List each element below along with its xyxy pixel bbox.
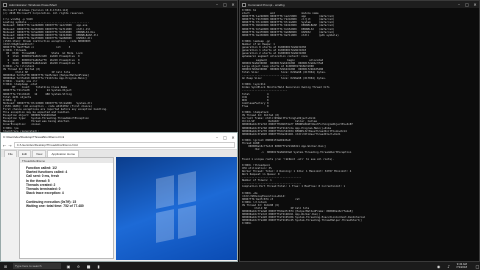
menu-tab[interactable]: Edit [17,150,32,157]
menu-tab[interactable]: File [4,150,17,157]
close-icon[interactable]: ✕ [229,1,237,8]
browser-titlebar[interactable]: C:\Users\dev\Desktop\ThreadAbortDemo.htm… [1,133,237,141]
taskbar-clock[interactable]: 9:43 AM 7/3/2018 [456,263,470,269]
right-console-title: Command Prompt - windbg [248,2,285,7]
address-bar: ← → C:/Users/dev/Desktop/ThreadAbortDemo… [1,141,237,150]
address-input[interactable]: C:/Users/dev/Desktop/ThreadAbortDemo.htm… [13,142,235,148]
left-console-window[interactable]: Administrator: Windows PowerShell – □ ✕ … [0,0,238,135]
left-console-title: Administrator: Windows PowerShell [9,2,57,7]
document-line: Waiting one: total time: 752 of 77.480 [26,203,84,208]
desktop-wallpaper [116,157,237,260]
left-console-titlebar[interactable]: Administrator: Windows PowerShell – □ ✕ [1,1,237,8]
console-app-icon [3,2,7,7]
menu-tab[interactable]: View [32,150,47,157]
start-windows-icon[interactable]: ⊞ [3,264,8,269]
left-console-output[interactable]: Microsoft Windows [Version 10.0.17134.11… [1,8,237,134]
forward-arrow-icon[interactable]: → [8,143,11,148]
maximize-icon[interactable]: □ [221,1,229,8]
maximize-icon[interactable]: □ [221,133,229,141]
minimize-icon[interactable]: – [213,1,221,8]
right-console-window[interactable]: Command Prompt - windbg – □ ✕ 0:000> lm s… [239,0,480,262]
minimize-icon[interactable]: – [455,1,463,8]
folder-taskbar-icon[interactable]: ■ [86,264,91,269]
back-arrow-icon[interactable]: ← [3,143,6,148]
console-taskbar-icon[interactable]: ▮ [96,264,101,269]
browser-title: C:\Users\dev\Desktop\ThreadAbortDemo.htm… [3,135,65,139]
volume-icon[interactable]: ♪ [446,264,451,269]
console-line: 0:006> [242,222,253,226]
close-icon[interactable]: ✕ [471,1,479,8]
console-app-icon [242,2,246,7]
task-view-icon[interactable]: ▣ [66,264,71,269]
taskbar-search-input[interactable]: Type here to search [13,263,61,269]
close-icon[interactable]: ✕ [229,133,237,141]
document-text: Function called: 1/2 Started functions ca… [20,163,113,211]
right-console-titlebar[interactable]: Command Prompt - windbg – □ ✕ [240,1,479,8]
menu-tabs: File Edit View Application Home [1,150,237,157]
document-pane: ThreadAbortDemo Function called: 1/2 Star… [19,157,114,259]
notification-icon[interactable]: □ [475,264,480,269]
right-console-output[interactable]: 0:000> lm start end module name 00007ff6`1… [240,8,479,227]
browser-window[interactable]: C:\Users\dev\Desktop\ThreadAbortDemo.htm… [0,132,238,262]
maximize-icon[interactable]: □ [463,1,471,8]
taskbar: ⊞ Type here to search ▣ e ■ ▮ ◉ ♪ 9:43 A… [0,262,480,270]
browser-taskbar-icon[interactable]: e [76,264,81,269]
minimize-icon[interactable]: – [213,133,221,141]
menu-tab[interactable]: Application Home [47,150,79,157]
clock-date: 7/3/2018 [456,265,467,269]
network-icon[interactable]: ◉ [436,264,441,269]
